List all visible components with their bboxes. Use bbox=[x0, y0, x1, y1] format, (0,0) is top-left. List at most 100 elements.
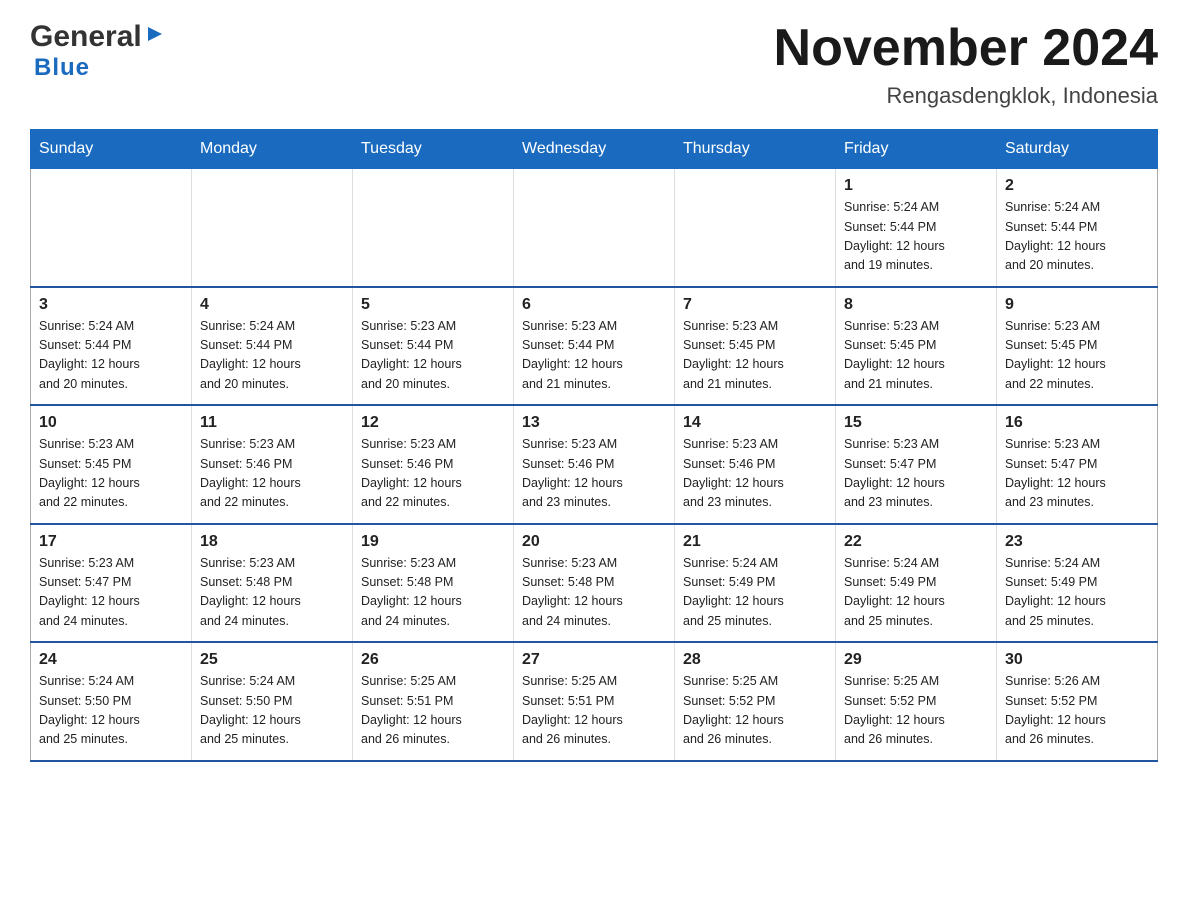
day-number: 18 bbox=[200, 533, 344, 551]
day-number: 21 bbox=[683, 533, 827, 551]
col-header-thursday: Thursday bbox=[675, 130, 836, 169]
calendar-cell: 10Sunrise: 5:23 AM Sunset: 5:45 PM Dayli… bbox=[31, 405, 192, 524]
day-number: 9 bbox=[1005, 296, 1149, 314]
calendar-cell: 22Sunrise: 5:24 AM Sunset: 5:49 PM Dayli… bbox=[836, 524, 997, 643]
day-number: 8 bbox=[844, 296, 988, 314]
calendar-cell: 2 Sunrise: 5:24 AM Sunset: 5:44 PM Daylig… bbox=[997, 169, 1158, 287]
day-number: 30 bbox=[1005, 651, 1149, 669]
calendar-cell: 20 Sunrise: 5:23 AM Sunset: 5:48 PM Dayli… bbox=[514, 524, 675, 643]
col-header-sunday: Sunday bbox=[31, 130, 192, 169]
day-info: Sunrise: 5:23 AM Sunset: 5:46 PM Dayligh… bbox=[200, 435, 344, 513]
calendar-cell: 7 Sunrise: 5:23 AM Sunset: 5:45 PM Daylig… bbox=[675, 287, 836, 406]
col-header-wednesday: Wednesday bbox=[514, 130, 675, 169]
calendar-week-row: 10Sunrise: 5:23 AM Sunset: 5:45 PM Dayli… bbox=[31, 405, 1158, 524]
day-info: Sunrise: 5:23 AM Sunset: 5:47 PM Dayligh… bbox=[1005, 435, 1149, 513]
day-number: 28 bbox=[683, 651, 827, 669]
day-number: 27 bbox=[522, 651, 666, 669]
location-subtitle: Rengasdengklok, Indonesia bbox=[774, 83, 1158, 109]
calendar-cell bbox=[192, 169, 353, 287]
day-info: Sunrise: 5:24 AM Sunset: 5:44 PM Dayligh… bbox=[200, 317, 344, 395]
calendar-cell: 28 Sunrise: 5:25 AM Sunset: 5:52 PM Dayli… bbox=[675, 642, 836, 761]
calendar-cell bbox=[31, 169, 192, 287]
calendar-cell: 11Sunrise: 5:23 AM Sunset: 5:46 PM Dayli… bbox=[192, 405, 353, 524]
calendar-cell: 30 Sunrise: 5:26 AM Sunset: 5:52 PM Dayli… bbox=[997, 642, 1158, 761]
day-number: 6 bbox=[522, 296, 666, 314]
calendar-week-row: 1 Sunrise: 5:24 AM Sunset: 5:44 PM Daylig… bbox=[31, 169, 1158, 287]
logo: General Blue bbox=[30, 20, 166, 82]
title-section: November 2024 Rengasdengklok, Indonesia bbox=[774, 20, 1158, 109]
day-info: Sunrise: 5:23 AM Sunset: 5:48 PM Dayligh… bbox=[522, 554, 666, 632]
calendar-cell: 5Sunrise: 5:23 AM Sunset: 5:44 PM Daylig… bbox=[353, 287, 514, 406]
day-number: 20 bbox=[522, 533, 666, 551]
calendar-week-row: 3 Sunrise: 5:24 AM Sunset: 5:44 PM Daylig… bbox=[31, 287, 1158, 406]
day-number: 23 bbox=[1005, 533, 1149, 551]
calendar-cell: 3 Sunrise: 5:24 AM Sunset: 5:44 PM Daylig… bbox=[31, 287, 192, 406]
day-number: 13 bbox=[522, 414, 666, 432]
calendar-cell: 1 Sunrise: 5:24 AM Sunset: 5:44 PM Daylig… bbox=[836, 169, 997, 287]
day-info: Sunrise: 5:25 AM Sunset: 5:51 PM Dayligh… bbox=[361, 672, 505, 750]
calendar-cell: 25 Sunrise: 5:24 AM Sunset: 5:50 PM Dayli… bbox=[192, 642, 353, 761]
day-number: 7 bbox=[683, 296, 827, 314]
page-header: General Blue November 2024 Rengasdengklo… bbox=[30, 20, 1158, 109]
calendar-cell: 16 Sunrise: 5:23 AM Sunset: 5:47 PM Dayli… bbox=[997, 405, 1158, 524]
day-info: Sunrise: 5:24 AM Sunset: 5:49 PM Dayligh… bbox=[1005, 554, 1149, 632]
day-number: 25 bbox=[200, 651, 344, 669]
col-header-saturday: Saturday bbox=[997, 130, 1158, 169]
day-info: Sunrise: 5:23 AM Sunset: 5:44 PM Dayligh… bbox=[522, 317, 666, 395]
calendar-cell: 15Sunrise: 5:23 AM Sunset: 5:47 PM Dayli… bbox=[836, 405, 997, 524]
day-info: Sunrise: 5:24 AM Sunset: 5:44 PM Dayligh… bbox=[844, 198, 988, 276]
day-info: Sunrise: 5:25 AM Sunset: 5:51 PM Dayligh… bbox=[522, 672, 666, 750]
day-number: 17 bbox=[39, 533, 183, 551]
calendar-cell: 19 Sunrise: 5:23 AM Sunset: 5:48 PM Dayli… bbox=[353, 524, 514, 643]
col-header-friday: Friday bbox=[836, 130, 997, 169]
calendar-cell: 21 Sunrise: 5:24 AM Sunset: 5:49 PM Dayli… bbox=[675, 524, 836, 643]
logo-arrow-icon bbox=[144, 23, 166, 45]
day-number: 4 bbox=[200, 296, 344, 314]
day-number: 26 bbox=[361, 651, 505, 669]
day-number: 3 bbox=[39, 296, 183, 314]
day-info: Sunrise: 5:23 AM Sunset: 5:48 PM Dayligh… bbox=[361, 554, 505, 632]
day-number: 1 bbox=[844, 177, 988, 195]
calendar-cell: 26 Sunrise: 5:25 AM Sunset: 5:51 PM Dayli… bbox=[353, 642, 514, 761]
day-number: 2 bbox=[1005, 177, 1149, 195]
day-number: 29 bbox=[844, 651, 988, 669]
day-number: 16 bbox=[1005, 414, 1149, 432]
day-info: Sunrise: 5:24 AM Sunset: 5:44 PM Dayligh… bbox=[1005, 198, 1149, 276]
logo-general-text: General bbox=[30, 20, 142, 54]
calendar-cell: 6 Sunrise: 5:23 AM Sunset: 5:44 PM Daylig… bbox=[514, 287, 675, 406]
day-info: Sunrise: 5:24 AM Sunset: 5:44 PM Dayligh… bbox=[39, 317, 183, 395]
calendar-week-row: 17 Sunrise: 5:23 AM Sunset: 5:47 PM Dayli… bbox=[31, 524, 1158, 643]
day-info: Sunrise: 5:23 AM Sunset: 5:46 PM Dayligh… bbox=[522, 435, 666, 513]
day-info: Sunrise: 5:25 AM Sunset: 5:52 PM Dayligh… bbox=[844, 672, 988, 750]
calendar-cell: 9 Sunrise: 5:23 AM Sunset: 5:45 PM Daylig… bbox=[997, 287, 1158, 406]
day-info: Sunrise: 5:24 AM Sunset: 5:50 PM Dayligh… bbox=[39, 672, 183, 750]
logo-blue-text: Blue bbox=[34, 54, 90, 81]
day-info: Sunrise: 5:23 AM Sunset: 5:44 PM Dayligh… bbox=[361, 317, 505, 395]
calendar-cell: 24 Sunrise: 5:24 AM Sunset: 5:50 PM Dayli… bbox=[31, 642, 192, 761]
day-info: Sunrise: 5:24 AM Sunset: 5:49 PM Dayligh… bbox=[683, 554, 827, 632]
day-info: Sunrise: 5:25 AM Sunset: 5:52 PM Dayligh… bbox=[683, 672, 827, 750]
calendar-cell: 17 Sunrise: 5:23 AM Sunset: 5:47 PM Dayli… bbox=[31, 524, 192, 643]
day-info: Sunrise: 5:23 AM Sunset: 5:45 PM Dayligh… bbox=[844, 317, 988, 395]
calendar-cell bbox=[514, 169, 675, 287]
calendar-cell: 12Sunrise: 5:23 AM Sunset: 5:46 PM Dayli… bbox=[353, 405, 514, 524]
day-info: Sunrise: 5:23 AM Sunset: 5:45 PM Dayligh… bbox=[683, 317, 827, 395]
day-number: 22 bbox=[844, 533, 988, 551]
calendar-cell: 4 Sunrise: 5:24 AM Sunset: 5:44 PM Daylig… bbox=[192, 287, 353, 406]
calendar-table: SundayMondayTuesdayWednesdayThursdayFrid… bbox=[30, 129, 1158, 762]
day-info: Sunrise: 5:26 AM Sunset: 5:52 PM Dayligh… bbox=[1005, 672, 1149, 750]
day-number: 19 bbox=[361, 533, 505, 551]
calendar-cell bbox=[675, 169, 836, 287]
day-info: Sunrise: 5:24 AM Sunset: 5:50 PM Dayligh… bbox=[200, 672, 344, 750]
calendar-cell: 13 Sunrise: 5:23 AM Sunset: 5:46 PM Dayli… bbox=[514, 405, 675, 524]
calendar-cell: 18Sunrise: 5:23 AM Sunset: 5:48 PM Dayli… bbox=[192, 524, 353, 643]
day-info: Sunrise: 5:23 AM Sunset: 5:47 PM Dayligh… bbox=[39, 554, 183, 632]
calendar-cell: 27 Sunrise: 5:25 AM Sunset: 5:51 PM Dayli… bbox=[514, 642, 675, 761]
day-number: 15 bbox=[844, 414, 988, 432]
calendar-cell: 14Sunrise: 5:23 AM Sunset: 5:46 PM Dayli… bbox=[675, 405, 836, 524]
calendar-cell: 8 Sunrise: 5:23 AM Sunset: 5:45 PM Daylig… bbox=[836, 287, 997, 406]
day-info: Sunrise: 5:23 AM Sunset: 5:45 PM Dayligh… bbox=[1005, 317, 1149, 395]
calendar-cell: 23 Sunrise: 5:24 AM Sunset: 5:49 PM Dayli… bbox=[997, 524, 1158, 643]
day-number: 24 bbox=[39, 651, 183, 669]
day-number: 12 bbox=[361, 414, 505, 432]
